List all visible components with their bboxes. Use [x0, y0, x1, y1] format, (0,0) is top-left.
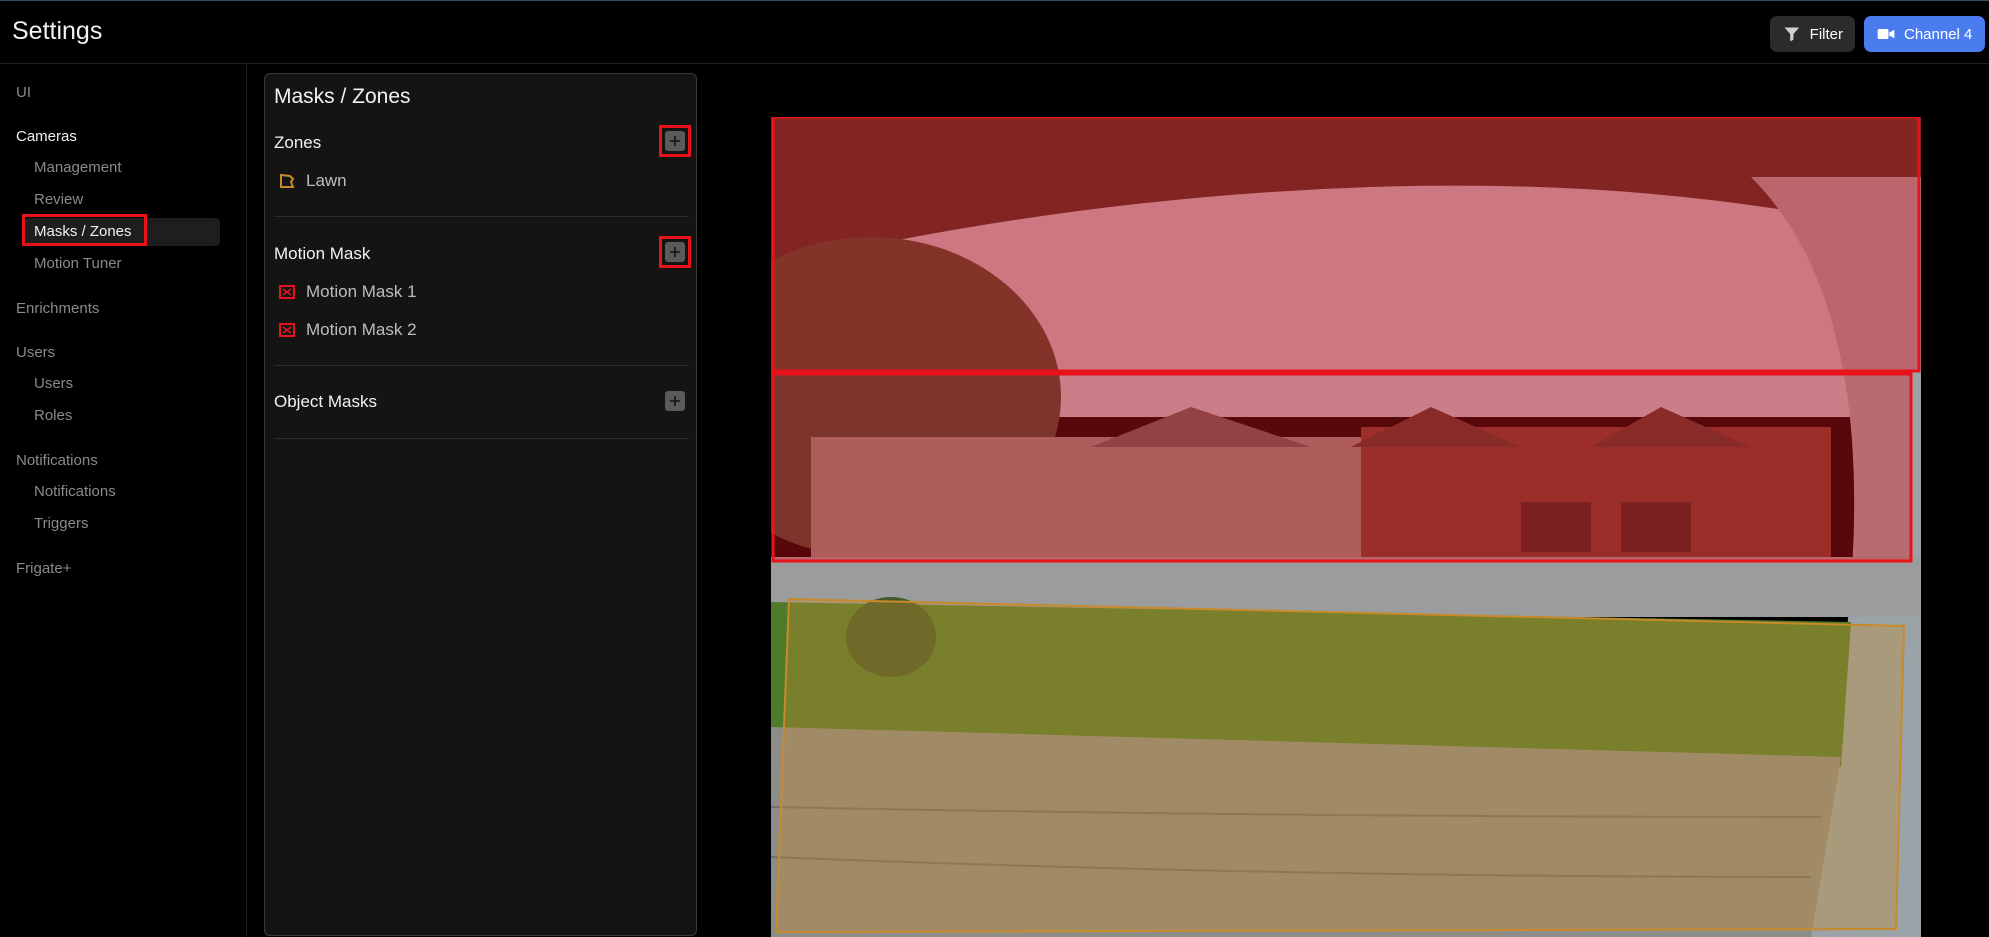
panel-title: Masks / Zones	[274, 85, 411, 108]
sidebar-item-notifications[interactable]: Notifications	[24, 478, 220, 506]
sidebar-item-roles[interactable]: Roles	[24, 402, 220, 430]
add-zone-button[interactable]	[659, 125, 691, 157]
mask-polygon-icon	[279, 323, 295, 337]
zones-section-title: Zones	[274, 133, 322, 152]
sidebar-group-notifications[interactable]: Notifications	[16, 452, 98, 469]
motion-mask-2-overlay[interactable]	[771, 372, 1913, 563]
video-camera-icon	[1877, 29, 1895, 39]
plus-icon	[670, 247, 680, 257]
plus-icon	[670, 396, 680, 406]
zone-item-label: Lawn	[306, 171, 347, 190]
sidebar-group-users[interactable]: Users	[16, 344, 55, 361]
zone-lawn-overlay[interactable]	[774, 597, 1906, 934]
add-motion-mask-button[interactable]	[659, 236, 691, 268]
top-bar: Settings Filter Channel 4	[0, 0, 1989, 64]
motion-mask-section-title: Motion Mask	[274, 244, 371, 263]
sidebar-item-motion-tuner[interactable]: Motion Tuner	[24, 250, 220, 278]
camera-select-label: Channel 4	[1904, 25, 1973, 43]
motion-mask-item-label: Motion Mask 2	[306, 320, 417, 339]
masks-zones-panel: Masks / Zones Zones Lawn Motion Mask Mot…	[264, 73, 697, 936]
motion-mask-item-1[interactable]: Motion Mask 1	[278, 282, 417, 302]
zone-item-lawn[interactable]: Lawn	[278, 171, 347, 191]
zone-polygon-icon	[280, 173, 295, 188]
sidebar-item-management[interactable]: Management	[24, 154, 220, 182]
add-object-mask-button[interactable]	[665, 391, 685, 411]
section-divider	[274, 216, 689, 217]
section-divider	[274, 438, 689, 439]
motion-mask-item-2[interactable]: Motion Mask 2	[278, 320, 417, 340]
sidebar-group-ui[interactable]: UI	[16, 84, 31, 101]
sidebar-group-frigate-plus[interactable]: Frigate+	[16, 560, 71, 577]
object-masks-section-title: Object Masks	[274, 392, 377, 411]
section-divider	[274, 365, 689, 366]
filter-button-label: Filter	[1809, 25, 1843, 43]
plus-icon	[670, 136, 680, 146]
motion-mask-item-label: Motion Mask 1	[306, 282, 417, 301]
filter-icon	[1784, 27, 1800, 42]
settings-sidebar: UI Cameras Management Review Masks / Zon…	[0, 64, 247, 937]
sidebar-item-masks-zones[interactable]: Masks / Zones	[22, 214, 220, 246]
sidebar-item-users[interactable]: Users	[24, 370, 220, 398]
camera-frame-image	[771, 117, 1921, 937]
filter-button[interactable]: Filter	[1770, 16, 1855, 52]
motion-mask-1-overlay[interactable]	[771, 117, 1921, 373]
sidebar-group-enrichments[interactable]: Enrichments	[16, 300, 99, 317]
sidebar-group-cameras[interactable]: Cameras	[16, 128, 77, 145]
camera-select-button[interactable]: Channel 4	[1864, 16, 1985, 52]
page-title: Settings	[12, 17, 103, 45]
camera-preview[interactable]	[771, 117, 1921, 937]
sidebar-item-triggers[interactable]: Triggers	[24, 510, 220, 538]
mask-polygon-icon	[279, 285, 295, 299]
sidebar-item-review[interactable]: Review	[24, 186, 220, 214]
